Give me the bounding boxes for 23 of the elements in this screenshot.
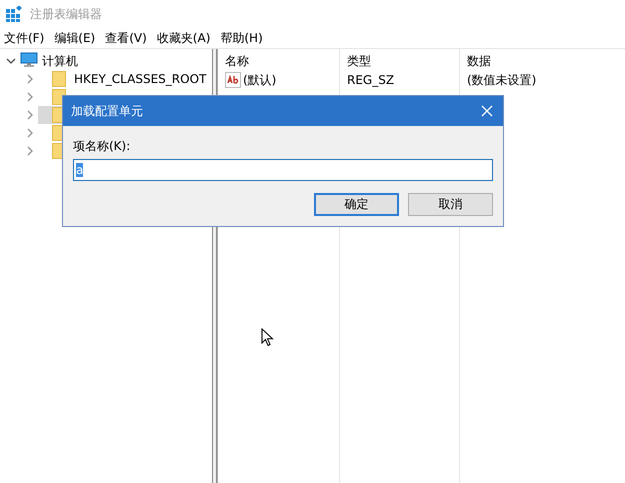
tree-item-label[interactable]: 计算机 [42,52,78,70]
registry-editor-icon [6,6,22,22]
menu-item[interactable]: 收藏夹(A) [156,30,210,46]
pointer-icon [261,328,274,347]
window-title: 注册表编辑器 [30,6,102,22]
string-value-icon [225,72,241,88]
table-cell: REG_SZ [347,73,394,87]
table-cell: (数值未设置) [467,72,536,88]
chevron-icon[interactable] [6,56,16,66]
column-header[interactable]: 数据 [467,49,625,71]
column-header[interactable]: 名称 [225,49,339,71]
field-label: 项名称(K): [73,138,132,155]
menu-item[interactable]: 查看(V) [105,30,147,46]
menu-item[interactable]: 文件(F) [4,30,44,46]
tree-item-label[interactable]: HKEY_CLASSES_ROOT [74,72,206,86]
close-icon[interactable] [481,105,493,117]
value-name[interactable]: (默认) [243,72,276,88]
menu-item[interactable]: 帮助(H) [220,30,263,46]
menu-item[interactable]: 编辑(E) [54,30,96,46]
dialog-title: 加载配置单元 [71,102,143,120]
column-header[interactable]: 类型 [347,49,459,71]
ok-button[interactable]: 确定 [314,193,399,216]
cancel-button[interactable]: 取消 [408,193,493,216]
